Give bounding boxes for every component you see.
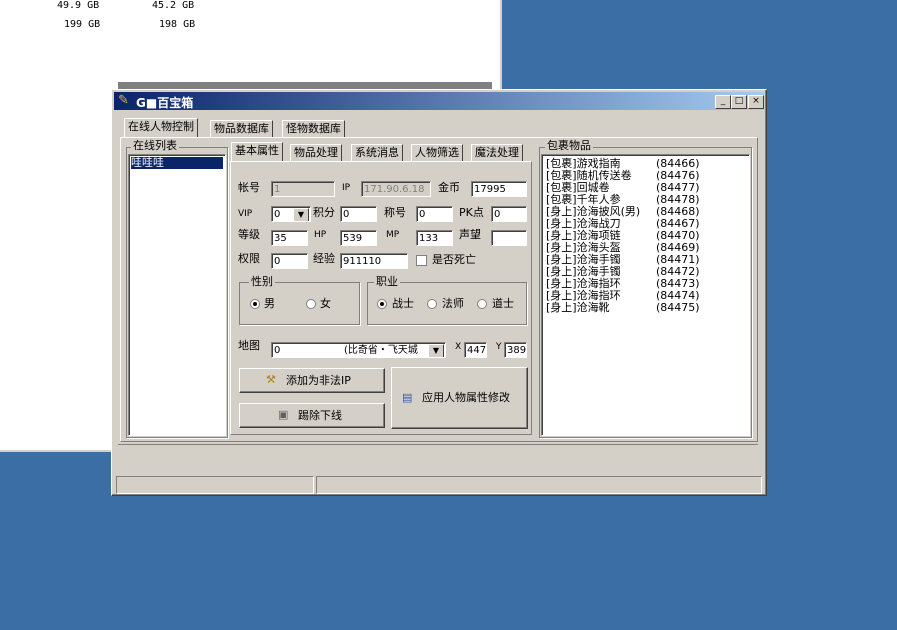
gender-female-radio[interactable] <box>306 299 316 309</box>
kick-offline-button[interactable]: ▣ 踢除下线 <box>239 403 385 428</box>
map-label: 地图 <box>238 339 260 352</box>
tab-item-handling[interactable]: 物品处理 <box>290 144 342 162</box>
close-button[interactable]: × <box>748 95 764 109</box>
drive-free-1: 45.2 GB <box>152 0 195 11</box>
apply-attrs-label: 应用人物属性修改 <box>422 391 510 404</box>
maximize-button[interactable]: □ <box>731 95 747 109</box>
job-mage-label: 法师 <box>442 297 464 310</box>
kick-offline-label: 踢除下线 <box>298 409 342 422</box>
title-label: 称号 <box>384 206 406 219</box>
tab-online-control[interactable]: 在线人物控制 <box>124 118 198 138</box>
list-item[interactable]: 哇哇哇 <box>131 157 223 169</box>
level-label: 等级 <box>238 228 260 241</box>
tab-item-database[interactable]: 物品数据库 <box>210 120 273 138</box>
chevron-down-icon[interactable]: ▼ <box>293 208 309 221</box>
drive-size-2: 199 GB <box>64 19 101 30</box>
apply-icon: ▤ <box>402 391 413 404</box>
status-pane-1 <box>116 476 314 494</box>
map-name: (比奇省・飞天城 <box>344 345 418 356</box>
points-label: 积分 <box>313 206 335 219</box>
map-combo[interactable]: 0 (比奇省・飞天城 ▼ <box>271 342 446 358</box>
job-warrior-radio[interactable] <box>377 299 387 309</box>
perm-field[interactable]: 0 <box>271 253 308 269</box>
job-taoist-radio[interactable] <box>477 299 487 309</box>
pk-label: PK点 <box>459 206 484 219</box>
y-field[interactable]: 389 <box>504 342 527 358</box>
level-field[interactable]: 35 <box>271 230 308 246</box>
bag-title: 包裹物品 <box>545 139 593 152</box>
window-title: G■百宝箱 <box>136 96 194 110</box>
bag-item-id: (84475) <box>656 301 700 314</box>
drive-size-1: 49.9 GB <box>57 0 100 11</box>
pk-field[interactable]: 0 <box>491 206 527 222</box>
vip-combo[interactable]: 0 ▼ <box>271 206 311 222</box>
online-list[interactable]: 哇哇哇 <box>128 154 226 436</box>
exp-field[interactable]: 911110 <box>340 253 408 269</box>
job-title: 职业 <box>374 275 400 288</box>
dead-label: 是否死亡 <box>432 253 476 266</box>
tab-character-filter[interactable]: 人物筛选 <box>411 144 463 162</box>
hp-field[interactable]: 539 <box>340 230 377 246</box>
ip-field[interactable]: 171.90.6.18 <box>361 181 431 197</box>
disk-icon: ▣ <box>278 408 289 421</box>
online-list-title: 在线列表 <box>131 139 179 152</box>
y-label: Y <box>496 342 502 352</box>
divider <box>118 444 758 445</box>
gold-field[interactable]: 17995 <box>471 181 527 197</box>
bag-item[interactable]: [身上]沧海靴 (84475) <box>546 301 700 314</box>
account-field[interactable]: 1 <box>271 181 335 197</box>
exp-label: 经验 <box>313 252 335 265</box>
vip-value: 0 <box>274 209 281 220</box>
treasure-box-window: ✎ G■百宝箱 _ □ × 在线人物控制 物品数据库 怪物数据库 在线列表 哇哇… <box>111 89 767 496</box>
hammer-icon: ⚒ <box>266 373 276 386</box>
job-mage-radio[interactable] <box>427 299 437 309</box>
dead-checkbox[interactable] <box>416 255 427 266</box>
tab-monster-database[interactable]: 怪物数据库 <box>282 120 345 138</box>
add-illegal-ip-label: 添加为非法IP <box>286 374 351 387</box>
gender-male-radio[interactable] <box>250 299 260 309</box>
gold-label: 金币 <box>438 181 460 194</box>
job-warrior-label: 战士 <box>392 297 414 310</box>
mp-field[interactable]: 133 <box>416 230 453 246</box>
chevron-down-icon[interactable]: ▼ <box>428 344 444 357</box>
fame-field[interactable] <box>491 230 527 246</box>
tool-icon: ✎ <box>118 93 129 108</box>
perm-label: 权限 <box>238 252 260 265</box>
status-pane-2 <box>316 476 762 494</box>
tab-magic-handling[interactable]: 魔法处理 <box>471 144 523 162</box>
add-illegal-ip-button[interactable]: ⚒ 添加为非法IP <box>239 368 385 393</box>
map-value: 0 <box>274 345 281 356</box>
points-field[interactable]: 0 <box>340 206 377 222</box>
title-field[interactable]: 0 <box>416 206 453 222</box>
bag-item-name: [身上]沧海靴 <box>546 301 610 314</box>
tab-basic-attrs[interactable]: 基本属性 <box>231 142 283 162</box>
drive-free-2: 198 GB <box>159 19 196 30</box>
gender-female-label: 女 <box>320 297 331 310</box>
tab-system-message[interactable]: 系统消息 <box>351 144 403 162</box>
hp-label: HP <box>314 230 327 240</box>
x-field[interactable]: 447 <box>464 342 487 358</box>
title-bar[interactable]: ✎ G■百宝箱 _ □ × <box>114 92 764 110</box>
vip-label: VIP <box>238 209 253 219</box>
job-taoist-label: 道士 <box>492 297 514 310</box>
ip-label: IP <box>342 183 351 193</box>
gender-male-label: 男 <box>264 297 275 310</box>
x-label: X <box>455 342 462 352</box>
apply-attrs-button[interactable]: ▤ 应用人物属性修改 <box>391 367 528 429</box>
bag-list[interactable]: [包裹]游戏指南 (84466) [包裹]随机传送卷 (84476) [包裹]回城卷 (8… <box>541 154 750 436</box>
account-label: 帐号 <box>238 181 260 194</box>
minimize-button[interactable]: _ <box>715 95 731 109</box>
fame-label: 声望 <box>459 228 481 241</box>
gender-title: 性别 <box>249 275 275 288</box>
mp-label: MP <box>386 230 400 240</box>
